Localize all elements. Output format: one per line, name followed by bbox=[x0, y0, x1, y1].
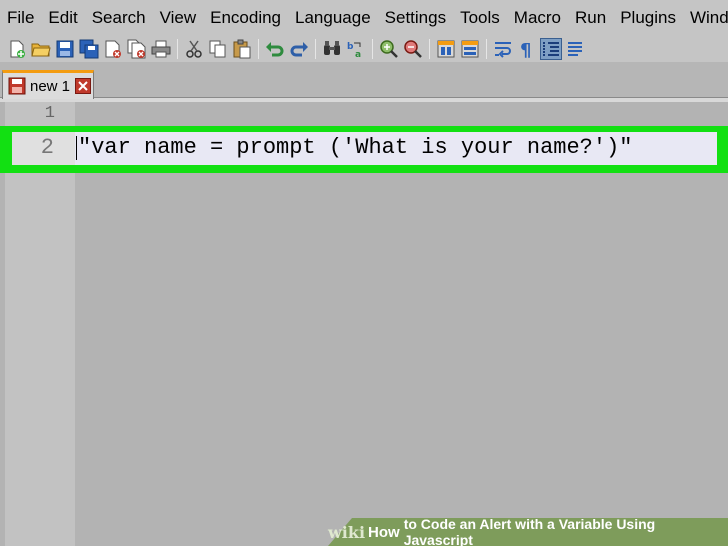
menu-macro[interactable]: Macro bbox=[507, 0, 568, 36]
redo-icon[interactable] bbox=[288, 38, 310, 60]
code-text: "var name = prompt ('What is your name?'… bbox=[78, 135, 633, 160]
zoom-out-icon[interactable] bbox=[402, 38, 424, 60]
toolbar-separator bbox=[429, 39, 430, 59]
copy-icon[interactable] bbox=[207, 38, 229, 60]
replace-icon[interactable]: ba bbox=[345, 38, 367, 60]
editor-line[interactable]: 1 bbox=[5, 102, 728, 124]
watermark: wiki How to Code an Alert with a Variabl… bbox=[328, 516, 728, 546]
toolbar: ba ¶ bbox=[0, 36, 728, 62]
show-all-characters-icon[interactable]: ¶ bbox=[516, 38, 538, 60]
indent-guide-icon[interactable] bbox=[540, 38, 562, 60]
menu-language[interactable]: Language bbox=[288, 0, 378, 36]
menu-plugins[interactable]: Plugins bbox=[613, 0, 683, 36]
tab-label: new 1 bbox=[30, 77, 71, 95]
toolbar-separator bbox=[372, 39, 373, 59]
paste-icon[interactable] bbox=[231, 38, 253, 60]
save-icon[interactable] bbox=[54, 38, 76, 60]
svg-text:a: a bbox=[355, 50, 361, 59]
word-wrap-icon[interactable] bbox=[492, 38, 514, 60]
zoom-in-icon[interactable] bbox=[378, 38, 400, 60]
svg-text:b: b bbox=[347, 42, 354, 52]
menu-window[interactable]: Wind bbox=[683, 0, 728, 36]
save-all-icon[interactable] bbox=[78, 38, 100, 60]
text-cursor bbox=[76, 136, 77, 160]
menu-edit[interactable]: Edit bbox=[41, 0, 84, 36]
watermark-how: How bbox=[368, 523, 400, 541]
line-number: 1 bbox=[44, 104, 55, 123]
editor-line-current[interactable]: 2 "var name = prompt ('What is your name… bbox=[12, 132, 717, 165]
menu-settings[interactable]: Settings bbox=[378, 0, 453, 36]
menu-file[interactable]: File bbox=[0, 0, 41, 36]
menu-tools[interactable]: Tools bbox=[453, 0, 507, 36]
new-file-icon[interactable] bbox=[6, 38, 28, 60]
sync-horizontal-icon[interactable] bbox=[459, 38, 481, 60]
menu-bar: File Edit Search View Encoding Language … bbox=[0, 0, 728, 36]
watermark-logo: wiki bbox=[328, 522, 366, 542]
menu-search[interactable]: Search bbox=[85, 0, 153, 36]
close-icon[interactable] bbox=[102, 38, 124, 60]
menu-encoding[interactable]: Encoding bbox=[203, 0, 288, 36]
more-icon[interactable] bbox=[564, 38, 586, 60]
line-number: 2 bbox=[40, 135, 54, 160]
tab-bar bbox=[0, 62, 728, 102]
undo-icon[interactable] bbox=[264, 38, 286, 60]
find-icon[interactable] bbox=[321, 38, 343, 60]
close-tab-icon[interactable] bbox=[75, 78, 92, 94]
svg-text:¶: ¶ bbox=[520, 40, 531, 59]
close-all-icon[interactable] bbox=[126, 38, 148, 60]
sync-vertical-icon[interactable] bbox=[435, 38, 457, 60]
menu-run[interactable]: Run bbox=[568, 0, 613, 36]
watermark-title: to Code an Alert with a Variable Using J… bbox=[403, 516, 656, 546]
open-file-icon[interactable] bbox=[30, 38, 52, 60]
print-icon[interactable] bbox=[150, 38, 172, 60]
toolbar-separator bbox=[177, 39, 178, 59]
unsaved-file-icon bbox=[8, 77, 26, 95]
toolbar-separator bbox=[315, 39, 316, 59]
toolbar-separator bbox=[258, 39, 259, 59]
tab-new-1[interactable]: new 1 bbox=[2, 70, 94, 99]
cut-icon[interactable] bbox=[183, 38, 205, 60]
menu-view[interactable]: View bbox=[153, 0, 204, 36]
toolbar-separator bbox=[486, 39, 487, 59]
